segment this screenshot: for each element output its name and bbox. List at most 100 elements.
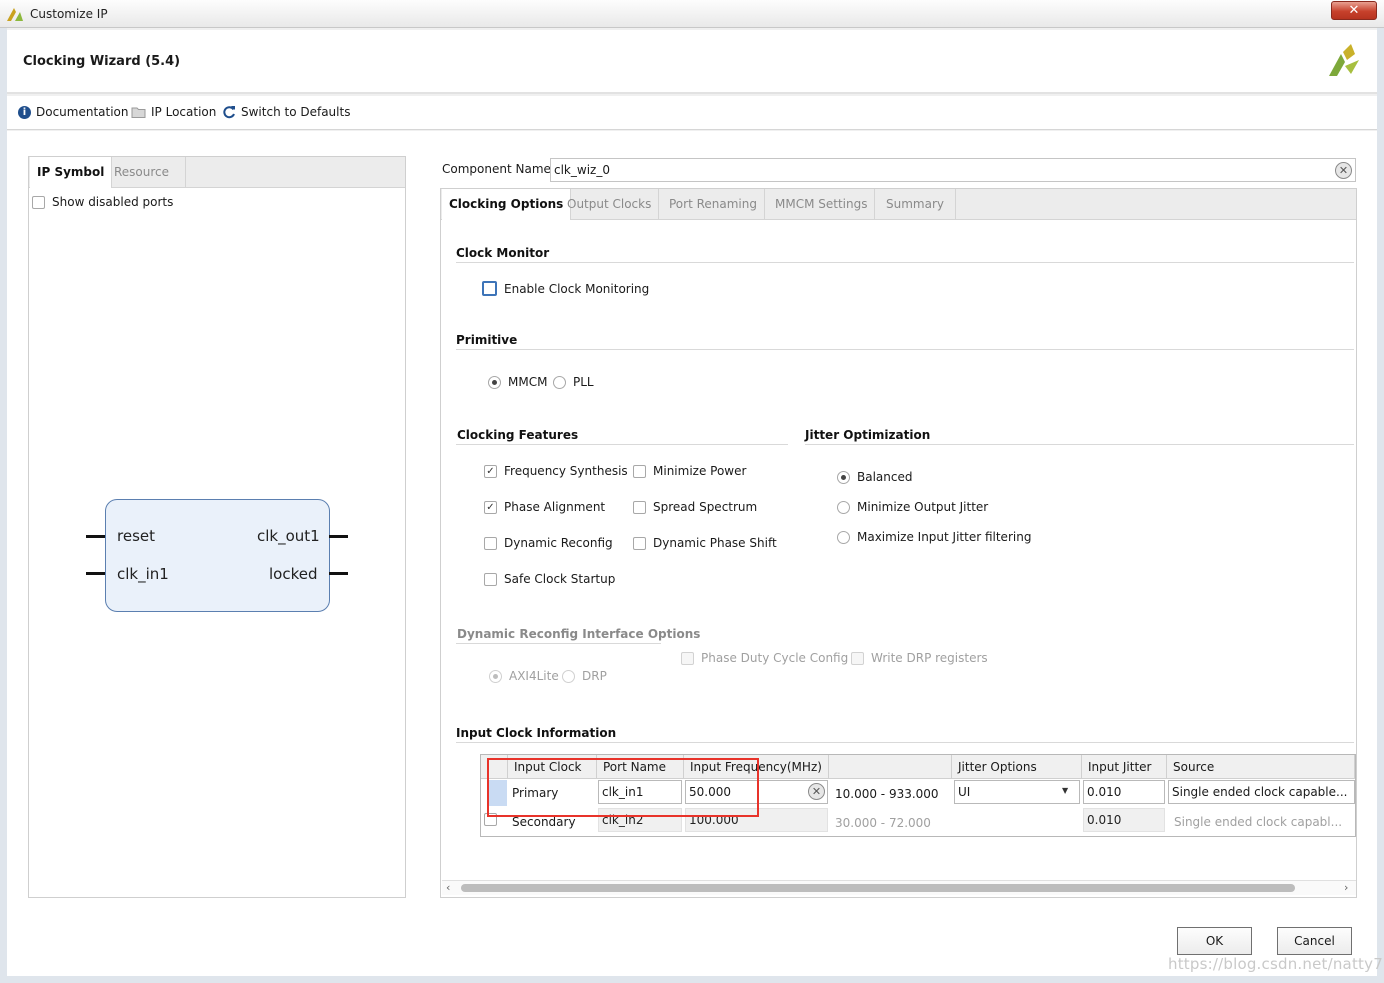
column-header-input-jitter: Input Jitter	[1082, 755, 1167, 779]
write-drp-registers-checkbox[interactable]: Write DRP registers	[851, 651, 988, 665]
row-selector[interactable]	[489, 780, 507, 806]
port-name-input-secondary[interactable]: clk_in2	[598, 808, 682, 832]
clocking-features-title: Clocking Features	[457, 428, 579, 442]
radio-balanced[interactable]: Balanced	[837, 470, 912, 484]
input-clock-secondary: Secondary	[512, 815, 576, 829]
clear-icon[interactable]: ✕	[1335, 162, 1352, 179]
safe-clock-startup-checkbox[interactable]: Safe Clock Startup	[484, 572, 615, 586]
radio-button[interactable]	[553, 375, 566, 389]
column-header-range	[829, 755, 952, 779]
pin-clk-in1	[86, 572, 105, 575]
source-select-secondary[interactable]: Single ended clock capabl...	[1170, 810, 1355, 834]
watermark: https://blog.csdn.net/natty715	[1168, 955, 1384, 973]
port-label-locked: locked	[269, 565, 318, 583]
column-header-port-name: Port Name	[597, 755, 684, 779]
divider	[456, 742, 1354, 743]
radio-button[interactable]	[837, 500, 850, 514]
column-header-source: Source	[1167, 755, 1355, 779]
checkbox-box[interactable]	[633, 536, 646, 550]
phase-duty-cycle-config-checkbox[interactable]: Phase Duty Cycle Config	[681, 651, 848, 665]
switch-to-defaults-button[interactable]: Switch to Defaults	[222, 105, 350, 119]
radio-button[interactable]	[837, 530, 850, 544]
tab-clocking-options[interactable]: Clocking Options	[442, 189, 572, 220]
radio-mmcm[interactable]: MMCM	[488, 375, 547, 389]
divider	[456, 349, 1354, 350]
checkbox-box[interactable]	[32, 195, 45, 209]
clear-icon[interactable]: ✕	[808, 783, 825, 800]
tab-summary[interactable]: Summary	[879, 189, 956, 220]
primitive-title: Primitive	[456, 333, 518, 347]
minimize-power-checkbox[interactable]: Minimize Power	[633, 464, 746, 478]
secondary-enable-checkbox[interactable]	[484, 813, 497, 829]
checkbox-box[interactable]	[484, 536, 497, 550]
enable-clock-monitoring-checkbox[interactable]: Enable Clock Monitoring	[482, 281, 649, 296]
port-label-clk-in1: clk_in1	[117, 565, 169, 583]
radio-button[interactable]	[489, 669, 502, 683]
radio-button[interactable]	[837, 470, 850, 484]
input-frequency-input[interactable]: 50.000	[685, 780, 828, 804]
window-title: Customize IP	[30, 7, 108, 21]
frequency-range: 10.000 - 933.000	[835, 787, 939, 801]
refresh-icon	[223, 106, 235, 119]
info-icon: i	[18, 105, 31, 119]
radio-minimize-output-jitter[interactable]: Minimize Output Jitter	[837, 500, 988, 514]
xilinx-logo-icon	[1329, 44, 1359, 76]
input-jitter-input[interactable]: 0.010	[1083, 780, 1165, 804]
port-label-clk-out1: clk_out1	[257, 527, 320, 545]
scroll-left-icon[interactable]: ‹	[446, 881, 450, 894]
divider	[805, 444, 1354, 445]
checkbox-box[interactable]	[482, 281, 497, 296]
ok-button[interactable]: OK	[1177, 927, 1252, 955]
ip-location-button[interactable]: IP Location	[131, 105, 216, 119]
table-header-corner	[481, 755, 508, 779]
column-header-input-frequency: Input Frequency(MHz)	[684, 755, 829, 779]
tab-ip-symbol[interactable]: IP Symbol	[30, 157, 113, 188]
input-frequency-input-secondary[interactable]: 100.000	[685, 808, 828, 832]
input-jitter-input-secondary[interactable]: 0.010	[1083, 808, 1165, 832]
pin-locked	[329, 572, 348, 575]
ip-symbol-block	[105, 499, 330, 612]
radio-maximize-input-jitter[interactable]: Maximize Input Jitter filtering	[837, 530, 1031, 544]
frequency-range-secondary: 30.000 - 72.000	[835, 816, 931, 830]
dropdown-arrow-icon: ▼	[1062, 786, 1069, 795]
divider	[456, 444, 788, 445]
source-select[interactable]: Single ended clock capable...	[1168, 780, 1355, 804]
show-disabled-ports-checkbox[interactable]: Show disabled ports	[32, 195, 173, 209]
checkbox-box[interactable]	[681, 651, 694, 665]
folder-icon	[131, 107, 146, 118]
dynamic-phase-shift-checkbox[interactable]: Dynamic Phase Shift	[633, 536, 777, 550]
phase-alignment-checkbox[interactable]: ✓ Phase Alignment	[484, 500, 605, 514]
divider	[456, 643, 661, 644]
scroll-right-icon[interactable]: ›	[1344, 881, 1348, 894]
wizard-title: Clocking Wizard (5.4)	[23, 54, 181, 69]
port-name-input[interactable]: clk_in1	[598, 780, 682, 804]
radio-pll[interactable]: PLL	[553, 375, 594, 389]
dynamic-reconfig-checkbox[interactable]: Dynamic Reconfig	[484, 536, 613, 550]
frequency-synthesis-checkbox[interactable]: ✓ Frequency Synthesis	[484, 464, 628, 478]
radio-drp[interactable]: DRP	[562, 669, 607, 683]
spread-spectrum-checkbox[interactable]: Spread Spectrum	[633, 500, 757, 514]
tab-output-clocks[interactable]: Output Clocks	[560, 189, 660, 220]
dynamic-reconfig-options-title: Dynamic Reconfig Interface Options	[457, 627, 701, 641]
tab-resource[interactable]: Resource	[107, 157, 186, 188]
component-name-input[interactable]: clk_wiz_0	[550, 158, 1356, 182]
checkbox-box[interactable]	[633, 500, 646, 514]
checkbox-box[interactable]: ✓	[484, 464, 497, 478]
documentation-button[interactable]: i Documentation	[18, 105, 129, 119]
cancel-button[interactable]: Cancel	[1277, 927, 1352, 955]
radio-axi4lite[interactable]: AXI4Lite	[489, 669, 559, 683]
column-header-jitter-options: Jitter Options	[952, 755, 1082, 779]
checkbox-box[interactable]	[851, 651, 864, 665]
checkbox-box[interactable]	[633, 464, 646, 478]
window-close-button[interactable]: ✕	[1331, 1, 1377, 20]
scrollbar-thumb[interactable]	[461, 884, 1295, 892]
radio-button[interactable]	[562, 669, 575, 683]
checkbox-box[interactable]: ✓	[484, 500, 497, 514]
tab-mmcm-settings[interactable]: MMCM Settings	[768, 189, 876, 220]
tab-port-renaming[interactable]: Port Renaming	[662, 189, 765, 220]
jitter-optimization-title: Jitter Optimization	[805, 428, 931, 442]
port-label-reset: reset	[117, 527, 155, 545]
radio-button[interactable]	[488, 375, 501, 389]
vivado-logo-icon	[7, 8, 23, 21]
checkbox-box[interactable]	[484, 572, 497, 586]
